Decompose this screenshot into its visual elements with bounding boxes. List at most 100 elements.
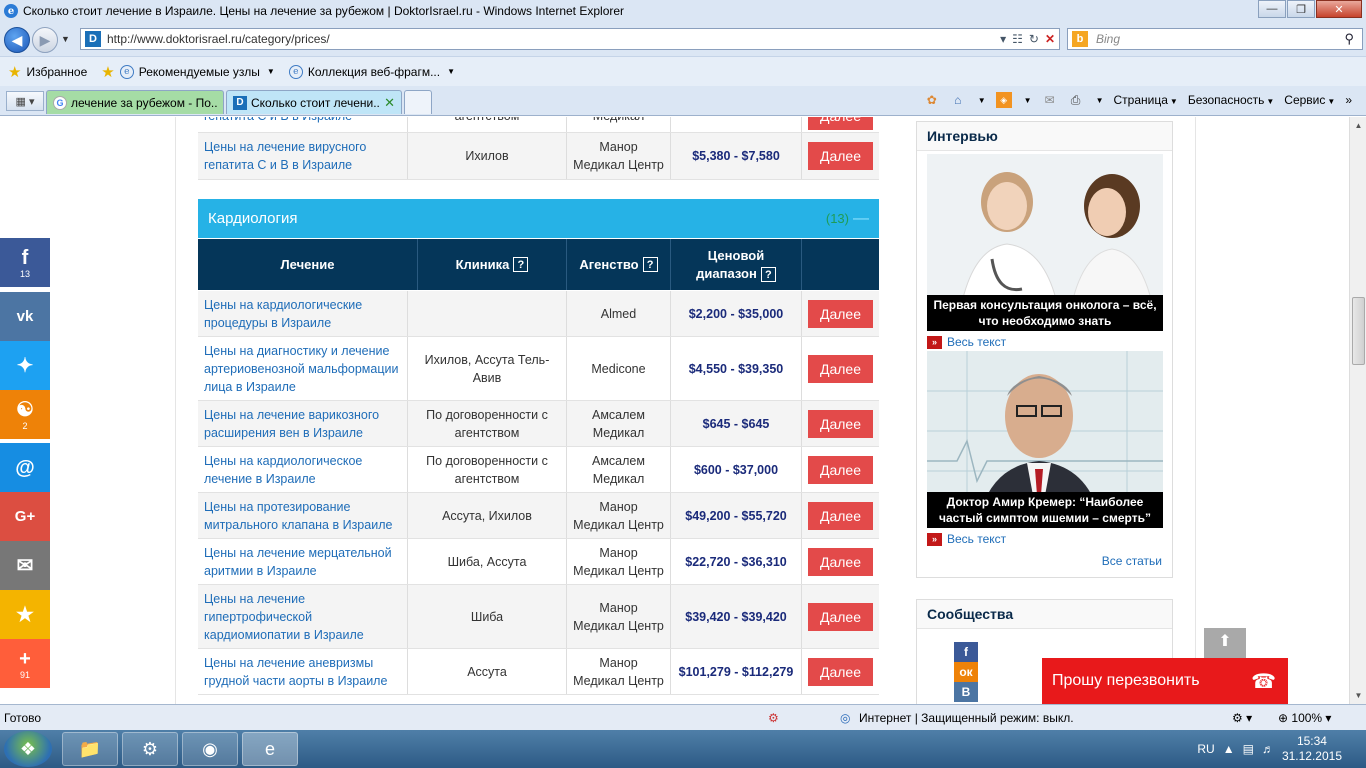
tray-chevron-icon[interactable]: ▲	[1223, 742, 1235, 756]
chrome-taskbar-icon[interactable]: ◉	[182, 732, 238, 766]
clock[interactable]: 15:34 31.12.2015	[1282, 734, 1342, 764]
more-button[interactable]: Далее	[808, 117, 873, 130]
app-taskbar-icon[interactable]: ⚙	[122, 732, 178, 766]
treatment-link[interactable]: Цены на кардиологические процедуры в Изр…	[198, 291, 408, 336]
zoom-control[interactable]: ⊕ 100% ▾	[1278, 711, 1331, 725]
doctor-portrait-photo[interactable]: Доктор Амир Кремер: “Наиболее частый сим…	[927, 351, 1163, 528]
volume-icon[interactable]: ♬	[1262, 742, 1274, 756]
add-favorite-icon: ★	[101, 63, 115, 81]
tab-google[interactable]: G лечение за рубежом - По...	[46, 90, 224, 114]
all-articles-link[interactable]: Все статьи	[1102, 554, 1162, 568]
share-twitter-button[interactable]: ✦	[0, 341, 50, 390]
more-button[interactable]: Далее	[808, 657, 873, 686]
collapse-icon[interactable]: —	[853, 210, 869, 228]
vk-icon[interactable]: В	[954, 682, 978, 702]
help-icon[interactable]: ?	[642, 257, 658, 272]
card-caption[interactable]: Первая консультация онколога – всё, что …	[927, 295, 1163, 331]
doctor-photo[interactable]: Первая консультация онколога – всё, что …	[927, 154, 1163, 331]
mail-icon[interactable]: ✉	[1042, 92, 1058, 108]
back-to-top-button[interactable]: ⬆	[1204, 628, 1246, 660]
share-more-button[interactable]: + 91	[0, 639, 50, 688]
safety-menu[interactable]: Безопасность ▼	[1188, 93, 1274, 107]
odnoklassniki-icon[interactable]: ок	[954, 662, 978, 682]
compat-view-icon[interactable]: ☷	[1012, 32, 1023, 46]
print-icon[interactable]: ⎙	[1068, 92, 1084, 108]
more-button[interactable]: Далее	[808, 354, 873, 383]
scroll-thumb[interactable]	[1352, 297, 1365, 365]
more-chevron-icon[interactable]: »	[1345, 93, 1352, 107]
refresh-icon[interactable]: ↻	[1029, 32, 1039, 46]
treatment-link[interactable]: Цены на диагностику и лечение артериовен…	[198, 337, 408, 400]
share-bookmark-button[interactable]: ★	[0, 590, 50, 639]
language-indicator[interactable]: RU	[1197, 742, 1214, 756]
scroll-down-icon[interactable]: ▼	[1350, 687, 1366, 704]
share-vk-button[interactable]: vk	[0, 292, 50, 341]
rss-feed-icon[interactable]: ◈	[995, 92, 1012, 108]
address-bar[interactable]: D http://www.doktorisrael.ru/category/pr…	[80, 28, 1060, 50]
web-slice-gallery-button[interactable]: e Коллекция веб-фрагм... ▼	[288, 64, 455, 79]
new-tab-button[interactable]	[404, 90, 432, 114]
search-input[interactable]: Bing	[1096, 32, 1344, 46]
more-button[interactable]: Далее	[808, 299, 873, 328]
minimize-button[interactable]: —	[1258, 0, 1286, 18]
more-button[interactable]: Далее	[808, 547, 873, 576]
phone-icon: ☎	[1251, 670, 1276, 693]
treatment-link[interactable]: Цены на протезирование митрального клапа…	[198, 493, 408, 538]
search-icon[interactable]: ⚲	[1344, 31, 1362, 47]
page-menu[interactable]: Страница ▼	[1114, 93, 1178, 107]
section-header-cardiology[interactable]: Кардиология (13) —	[198, 199, 879, 238]
treatment-link[interactable]: гепатита C и B в Израиле	[198, 117, 408, 132]
url-input[interactable]: http://www.doktorisrael.ru/category/pric…	[107, 32, 1000, 46]
help-icon[interactable]: ?	[760, 267, 776, 282]
share-odnoklassniki-button[interactable]: ☯ 2	[0, 390, 50, 439]
close-window-button[interactable]: ✕	[1316, 0, 1362, 18]
search-box[interactable]: b Bing ⚲	[1067, 28, 1363, 50]
address-dropdown-icon[interactable]: ▾	[1000, 32, 1006, 46]
share-facebook-button[interactable]: f 13	[0, 238, 50, 287]
card-caption[interactable]: Доктор Амир Кремер: “Наиболее частый сим…	[927, 492, 1163, 528]
stop-icon[interactable]: ✕	[1045, 32, 1055, 46]
more-button[interactable]: Далее	[808, 142, 873, 170]
ie-taskbar-icon[interactable]: e	[242, 732, 298, 766]
scroll-up-icon[interactable]: ▲	[1350, 117, 1366, 134]
facebook-icon[interactable]: f	[954, 642, 978, 662]
share-googleplus-button[interactable]: G+	[0, 492, 50, 541]
share-email-button[interactable]: ✉	[0, 541, 50, 590]
vertical-scrollbar[interactable]: ▲ ▼	[1349, 117, 1366, 704]
treatment-link[interactable]: Цены на лечение аневризмы грудной части …	[198, 649, 408, 694]
favorites-button[interactable]: ★ Избранное	[8, 63, 87, 81]
treatment-link[interactable]: Цены на кардиологическое лечение в Израи…	[198, 447, 408, 492]
interview-card-2[interactable]: Доктор Амир Кремер: “Наиболее частый сим…	[927, 351, 1163, 546]
share-mailru-button[interactable]: @	[0, 443, 50, 492]
more-button[interactable]: Далее	[808, 409, 873, 438]
more-button[interactable]: Далее	[808, 455, 873, 484]
interview-card-1[interactable]: Первая консультация онколога – всё, что …	[927, 154, 1163, 349]
quick-tabs-button[interactable]: ▦ ▾	[6, 91, 44, 111]
treatment-link[interactable]: Цены на лечение мерцательной аритмии в И…	[198, 539, 408, 584]
back-button[interactable]: ◀	[4, 27, 30, 53]
start-button[interactable]: ❖	[4, 731, 52, 767]
read-more-link[interactable]: » Весь текст	[927, 532, 1163, 546]
more-button[interactable]: Далее	[808, 602, 873, 631]
home-icon[interactable]: ⌂	[950, 92, 966, 108]
read-more-link[interactable]: » Весь текст	[927, 335, 1163, 349]
tab-doktorisrael[interactable]: D Сколько стоит лечени... ✕	[226, 90, 402, 114]
tracking-protection-icon[interactable]: ⚙	[768, 711, 779, 725]
maximize-button[interactable]: ❐	[1287, 0, 1315, 18]
treatment-link[interactable]: Цены на лечение варикозного расширения в…	[198, 401, 408, 446]
help-icon[interactable]: ?	[513, 257, 529, 272]
security-zone-text[interactable]: Интернет | Защищенный режим: выкл.	[859, 711, 1074, 725]
forward-button[interactable]: ▶	[32, 27, 58, 53]
treatment-link[interactable]: Цены на лечение вирусного гепатита C и B…	[198, 133, 408, 179]
tools-menu[interactable]: Сервис ▼	[1284, 93, 1335, 107]
close-tab-icon[interactable]: ✕	[384, 95, 395, 111]
recommended-sites-button[interactable]: ★ e Рекомендуемые узлы ▼	[101, 63, 275, 81]
feedback-icon[interactable]: ✿	[924, 92, 940, 108]
explorer-taskbar-icon[interactable]: 📁	[62, 732, 118, 766]
callback-button[interactable]: Прошу перезвонить ☎	[1042, 658, 1288, 704]
more-button[interactable]: Далее	[808, 501, 873, 530]
history-dropdown-icon[interactable]: ▼	[61, 34, 70, 44]
network-icon[interactable]: ▤	[1243, 742, 1254, 756]
security-zone-dropdown-icon[interactable]: ⚙ ▾	[1232, 711, 1252, 725]
treatment-link[interactable]: Цены на лечение гипертрофической кардиом…	[198, 585, 408, 648]
